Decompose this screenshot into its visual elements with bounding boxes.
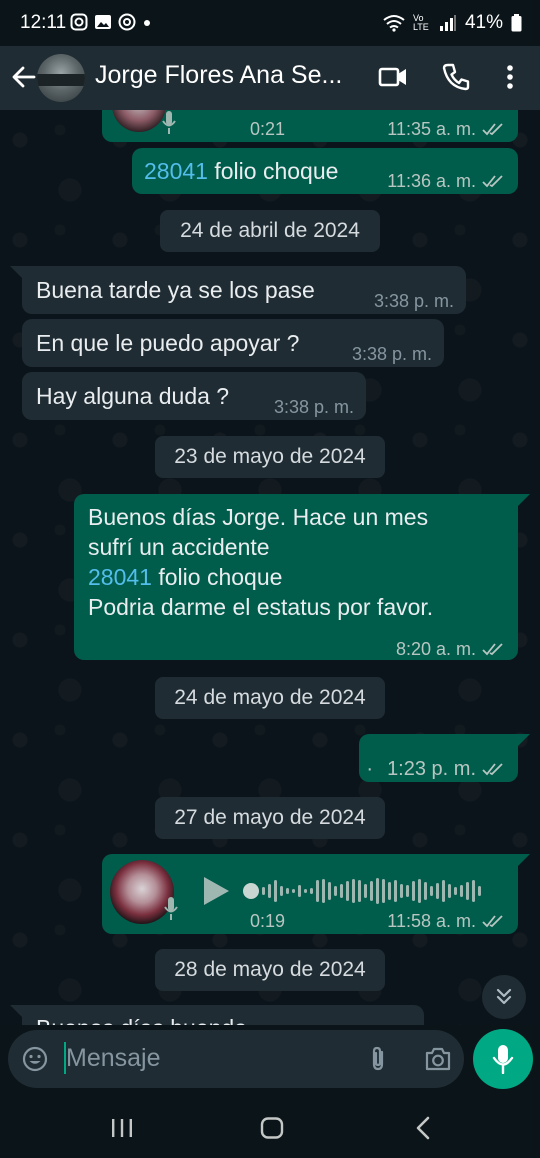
message-bubble-outgoing[interactable]: Buenos días Jorge. Hace un mes sufrí un … xyxy=(74,494,518,660)
status-bar: 12:11 Vo LTE 41% xyxy=(0,0,540,46)
date-divider: 23 de mayo de 2024 xyxy=(155,436,385,478)
voice-duration: 0:19 xyxy=(250,911,286,931)
attach-icon[interactable] xyxy=(368,1045,388,1073)
folio-link[interactable]: 28041 xyxy=(88,564,152,590)
phone-call-icon[interactable] xyxy=(442,62,470,92)
wifi-icon xyxy=(383,15,405,32)
status-time: 12:11 xyxy=(20,12,67,33)
message-text: Hay alguna duda ? xyxy=(36,383,230,409)
double-check-icon xyxy=(482,763,503,776)
message-time: 8:20 a. m. xyxy=(395,639,476,659)
message-time: 3:38 p. m. xyxy=(273,397,354,417)
message-text: · xyxy=(366,758,374,780)
back-nav-icon[interactable] xyxy=(414,1116,432,1140)
date-divider: 24 de mayo de 2024 xyxy=(155,677,385,719)
voice-duration-top: 0:21 xyxy=(250,119,286,139)
message-time: 11:35 a. m. xyxy=(387,119,476,139)
date-divider: 28 de mayo de 2024 xyxy=(155,949,385,991)
audio-waveform[interactable] xyxy=(262,874,481,908)
voice-avatar-top xyxy=(112,110,166,132)
double-check-icon xyxy=(482,915,503,928)
folio-link[interactable]: 28041 xyxy=(144,158,208,184)
contact-avatar[interactable] xyxy=(37,54,85,102)
mic-small-icon xyxy=(162,111,176,134)
message-time: 3:38 p. m. xyxy=(373,291,454,311)
message-text: Buenos días buenda... xyxy=(36,1013,266,1025)
battery-percent: 41% xyxy=(464,12,503,33)
message-text: folio choque xyxy=(207,158,339,184)
voice-message-top[interactable]: 0:21 11:35 a. m. xyxy=(102,110,518,142)
back-arrow-icon[interactable] xyxy=(10,62,38,92)
message-text: Podria darme el estatus por favor. xyxy=(88,594,434,620)
double-check-icon xyxy=(482,123,503,136)
volte-label: Vo LTE xyxy=(412,13,429,32)
signal-icon xyxy=(439,15,456,31)
scroll-to-bottom-button[interactable] xyxy=(482,975,526,1019)
dot-icon xyxy=(144,20,150,26)
message-text: En que le puedo apoyar ? xyxy=(36,330,300,356)
status-notification-icons xyxy=(70,13,152,31)
battery-icon xyxy=(511,14,522,32)
message-list[interactable]: 0:21 11:35 a. m. 28041 folio choque 11:3… xyxy=(0,110,540,1025)
camera-icon[interactable] xyxy=(424,1046,452,1072)
more-vert-icon[interactable] xyxy=(500,62,520,92)
home-icon[interactable] xyxy=(260,1117,284,1139)
double-chevron-down-icon xyxy=(496,988,512,1005)
message-text: folio choque xyxy=(151,564,283,590)
message-input[interactable]: Mensaje xyxy=(66,1044,161,1073)
threads-icon xyxy=(118,13,136,31)
double-check-icon xyxy=(482,175,503,188)
video-call-icon[interactable] xyxy=(378,62,408,92)
message-text: Buena tarde ya se los pase xyxy=(36,277,315,303)
message-text: sufrí un accidente xyxy=(88,534,270,560)
message-time: 11:36 a. m. xyxy=(387,171,476,191)
message-time: 11:58 a. m. xyxy=(387,911,476,931)
message-bubble-incoming[interactable]: Buena tarde ya se los pase 3:38 p. m. xyxy=(22,266,466,314)
instagram-icon xyxy=(70,13,88,31)
play-icon[interactable] xyxy=(202,876,230,906)
system-nav-bar xyxy=(0,1095,540,1158)
voice-record-button[interactable] xyxy=(473,1029,533,1089)
double-check-icon xyxy=(482,643,503,656)
message-time: 3:38 p. m. xyxy=(351,344,432,364)
voice-message[interactable]: 0:19 11:58 a. m. xyxy=(102,854,518,934)
message-time: 1:23 p. m. xyxy=(387,758,476,780)
emoji-icon[interactable] xyxy=(22,1046,48,1072)
message-bubble-incoming[interactable]: En que le puedo apoyar ? 3:38 p. m. xyxy=(22,319,444,367)
message-input-bar[interactable]: Mensaje xyxy=(8,1030,464,1088)
contact-name[interactable]: Jorge Flores Ana Se... xyxy=(95,61,365,90)
playback-knob[interactable] xyxy=(243,883,259,899)
chat-header: Jorge Flores Ana Se... xyxy=(0,46,540,110)
message-bubble-outgoing[interactable]: · 1:23 p. m. xyxy=(359,734,518,782)
mic-small-icon xyxy=(164,897,178,920)
microphone-icon xyxy=(492,1045,514,1074)
date-divider: 24 de abril de 2024 xyxy=(160,210,380,252)
recent-apps-icon[interactable] xyxy=(110,1117,134,1139)
message-bubble-incoming[interactable]: Buenos días buenda... xyxy=(22,1005,424,1025)
date-divider: 27 de mayo de 2024 xyxy=(155,797,385,839)
message-text: Buenos días Jorge. Hace un mes xyxy=(88,504,429,530)
message-bubble-outgoing[interactable]: 28041 folio choque 11:36 a. m. xyxy=(132,148,518,194)
message-bubble-incoming[interactable]: Hay alguna duda ? 3:38 p. m. xyxy=(22,372,366,420)
gallery-icon xyxy=(95,15,111,29)
